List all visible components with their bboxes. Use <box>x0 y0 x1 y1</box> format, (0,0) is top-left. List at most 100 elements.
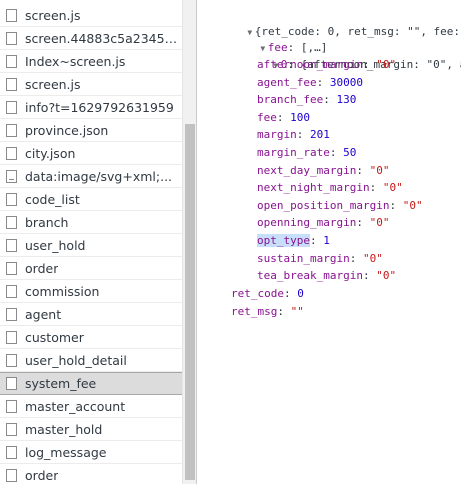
json-property-row[interactable]: open_position_margin: "0" <box>257 197 423 215</box>
request-name: log_message <box>25 444 107 460</box>
request-row[interactable]: screen.js <box>0 4 182 27</box>
request-row[interactable]: order <box>0 257 182 280</box>
property-key: openning_margin <box>257 216 357 230</box>
json-property-row[interactable]: fee: 100 <box>257 109 310 127</box>
request-row[interactable]: city.json <box>0 142 182 165</box>
request-row[interactable]: user_hold <box>0 234 182 257</box>
property-value: 1 <box>323 234 330 247</box>
file-icon <box>6 261 17 275</box>
request-name: screen.js <box>25 7 81 23</box>
request-name: agent <box>25 306 62 322</box>
scrollbar-thumb[interactable] <box>185 124 195 480</box>
json-property-row[interactable]: margin: 201 <box>257 126 330 144</box>
property-value: "0" <box>376 58 397 71</box>
property-value: 201 <box>310 128 330 142</box>
json-property-row[interactable]: next_day_margin: "0" <box>257 162 389 180</box>
file-icon <box>6 54 17 68</box>
request-row[interactable]: screen.44883c5a23452fdd... <box>0 27 182 50</box>
file-icon <box>6 399 17 413</box>
request-row[interactable]: customer <box>0 326 182 349</box>
json-property-row[interactable]: afternoon_margin: "0" <box>257 56 396 74</box>
tree-item-row[interactable]: ▼0: {afternoon_margin: "0", age <box>231 38 461 71</box>
request-row[interactable]: info?t=1629792631959 <box>0 96 182 119</box>
request-name: city.json <box>25 145 76 161</box>
request-row[interactable]: data:image/svg+xml;... <box>0 165 182 188</box>
request-name: province.json <box>25 122 109 138</box>
property-key: next_night_margin <box>257 181 370 195</box>
request-name: data:image/svg+xml;... <box>25 168 173 184</box>
json-property-row[interactable]: ret_msg: "" <box>231 303 304 321</box>
property-value: 30000 <box>329 75 363 89</box>
property-key: fee <box>257 110 277 124</box>
property-value: 50 <box>343 146 357 159</box>
property-key: opt_type <box>257 234 310 247</box>
property-key: ret_code <box>231 287 284 300</box>
property-value: "0" <box>362 251 383 265</box>
request-row[interactable]: province.json <box>0 119 182 142</box>
request-row[interactable]: order <box>0 464 182 484</box>
property-key: branch_fee <box>257 93 324 107</box>
request-row[interactable]: code_list <box>0 188 182 211</box>
property-key: tea_break_margin <box>257 269 363 283</box>
tree-fee-row[interactable]: ▼ fee: [,…] <box>218 21 327 54</box>
request-row[interactable]: commission <box>0 280 182 303</box>
json-property-row[interactable]: ret_code: 0 <box>231 285 304 303</box>
request-row[interactable]: branch <box>0 211 182 234</box>
file-icon <box>6 468 17 482</box>
request-row[interactable]: master_account <box>0 395 182 418</box>
request-name: screen.44883c5a23452fdd... <box>25 30 182 46</box>
file-icon <box>6 445 17 459</box>
file-icon <box>6 8 17 22</box>
file-icon <box>6 215 17 229</box>
image-file-icon <box>6 169 17 183</box>
json-property-row[interactable]: sustain_margin: "0" <box>257 250 383 268</box>
request-name: master_hold <box>25 421 103 437</box>
devtools-network-panel: screen.js screen.44883c5a23452fdd... Index… <box>0 0 461 484</box>
property-key: afternoon_margin <box>257 58 363 71</box>
json-property-row[interactable]: agent_fee: 30000 <box>257 74 363 92</box>
request-row[interactable]: system_fee <box>0 372 182 395</box>
request-list: screen.js screen.44883c5a23452fdd... Index… <box>0 0 182 484</box>
json-property-row[interactable]: margin_rate: 50 <box>257 144 356 162</box>
property-value: 0 <box>297 287 304 300</box>
request-name: Index~screen.js <box>25 53 126 69</box>
request-name: user_hold <box>25 237 86 253</box>
request-row[interactable]: master_hold <box>0 418 182 441</box>
property-value: 130 <box>336 93 357 107</box>
property-value: "0" <box>369 216 390 230</box>
request-name: user_hold_detail <box>25 352 127 368</box>
request-name: code_list <box>25 191 80 207</box>
request-name: master_account <box>25 398 126 414</box>
property-value: 100 <box>290 110 310 124</box>
request-row[interactable]: agent <box>0 303 182 326</box>
property-value: "0" <box>376 269 397 283</box>
property-value: "0" <box>382 181 403 195</box>
json-property-row[interactable]: next_night_margin: "0" <box>257 179 403 197</box>
file-icon <box>6 284 17 298</box>
json-property-row[interactable]: opt_type: 1 <box>257 232 330 250</box>
json-property-row[interactable]: tea_break_margin: "0" <box>257 267 396 285</box>
request-name: info?t=1629792631959 <box>25 99 174 115</box>
file-icon <box>6 100 17 114</box>
property-key: sustain_margin <box>257 251 350 265</box>
property-key: margin <box>257 128 297 142</box>
file-icon <box>6 146 17 160</box>
request-row[interactable]: log_message <box>0 441 182 464</box>
request-row[interactable]: Index~screen.js <box>0 50 182 73</box>
json-preview-pane: ▼ {ret_code: 0, ret_msg: "", fee: [, ▼ fee… <box>197 0 461 484</box>
request-row[interactable]: user_hold_detail <box>0 349 182 372</box>
file-icon <box>6 330 17 344</box>
request-name: commission <box>25 283 100 299</box>
property-key: next_day_margin <box>257 163 357 177</box>
request-name: screen.js <box>25 76 81 92</box>
file-icon <box>6 238 17 252</box>
property-value: "" <box>290 304 304 318</box>
json-property-row[interactable]: openning_margin: "0" <box>257 214 389 232</box>
file-icon <box>6 31 17 45</box>
json-property-row[interactable]: branch_fee: 130 <box>257 91 356 109</box>
file-icon <box>6 192 17 206</box>
request-list-scrollbar[interactable] <box>182 0 196 484</box>
property-value: "0" <box>369 163 390 177</box>
request-row[interactable]: screen.js <box>0 73 182 96</box>
request-name: system_fee <box>25 376 97 391</box>
